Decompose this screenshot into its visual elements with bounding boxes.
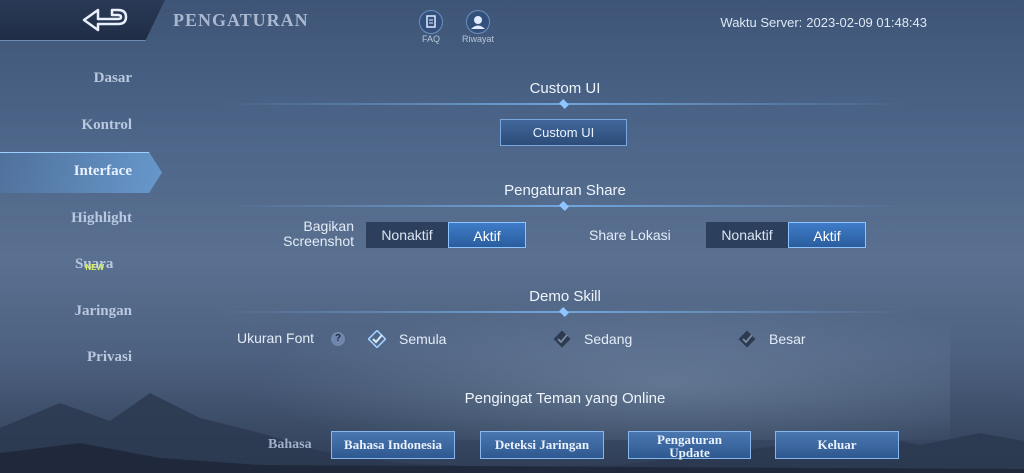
custom-ui-button[interactable]: Custom UI xyxy=(500,119,627,146)
section-divider xyxy=(220,205,910,207)
back-arrow-icon[interactable] xyxy=(78,4,134,36)
font-option-besar[interactable]: Besar xyxy=(738,327,828,351)
share-location-toggle: Nonaktif Aktif xyxy=(706,222,866,248)
sidebar-item-jaringan[interactable]: Jaringan xyxy=(0,288,170,335)
settings-sidebar: Dasar Kontrol Interface Highlight SuaraN… xyxy=(0,55,170,381)
faq-label: FAQ xyxy=(421,34,440,44)
section-divider xyxy=(220,103,910,105)
font-size-label: Ukuran Font xyxy=(237,330,315,346)
font-option-sedang[interactable]: Sedang xyxy=(553,327,643,351)
section-title-custom-ui: Custom UI xyxy=(529,80,601,97)
sidebar-item-interface[interactable]: Interface xyxy=(0,148,170,195)
sidebar-item-label: Interface xyxy=(73,163,132,179)
unchecked-diamond-icon xyxy=(738,330,756,348)
sidebar-item-label: Privasi xyxy=(87,349,132,365)
font-option-semula[interactable]: Semula xyxy=(368,327,458,351)
sidebar-item-dasar[interactable]: Dasar xyxy=(0,55,170,102)
sidebar-item-kontrol[interactable]: Kontrol xyxy=(0,102,170,149)
logout-button[interactable]: Keluar xyxy=(775,431,899,459)
sidebar-item-privasi[interactable]: Privasi xyxy=(0,334,170,381)
update-settings-button[interactable]: Pengaturan Update xyxy=(628,431,751,459)
sidebar-item-label: Kontrol xyxy=(81,116,132,133)
server-time-label: Waktu Server: xyxy=(720,15,803,30)
share-location-label: Share Lokasi xyxy=(589,227,671,243)
sidebar-item-label: Dasar xyxy=(93,70,132,86)
section-title-demo-skill: Demo Skill xyxy=(529,288,601,305)
help-icon[interactable]: ? xyxy=(331,332,345,346)
sidebar-item-label: Highlight xyxy=(71,209,132,226)
history-label: Riwayat xyxy=(461,34,494,44)
network-check-button[interactable]: Deteksi Jaringan xyxy=(480,431,604,459)
share-screenshot-on-option[interactable]: Aktif xyxy=(448,222,526,248)
page-title: PENGATURAN xyxy=(173,10,309,30)
language-label: Bahasa xyxy=(268,437,312,452)
share-location-off-option[interactable]: Nonaktif xyxy=(706,222,788,248)
sidebar-item-highlight[interactable]: Highlight xyxy=(0,195,170,242)
language-button[interactable]: Bahasa Indonesia xyxy=(331,431,455,459)
section-divider xyxy=(220,311,910,313)
font-option-label: Semula xyxy=(399,331,447,347)
faq-icon xyxy=(419,10,443,34)
sidebar-item-suara[interactable]: SuaraNEW xyxy=(0,241,170,288)
top-bar: PENGATURAN FAQ Riwayat Waktu Server: 2023… xyxy=(0,0,1024,44)
checked-diamond-icon xyxy=(368,330,386,348)
sidebar-item-label: Jaringan xyxy=(74,302,132,319)
font-option-label: Besar xyxy=(769,331,806,347)
share-screenshot-off-option[interactable]: Nonaktif xyxy=(366,222,448,248)
faq-button[interactable]: FAQ xyxy=(411,10,451,44)
share-location-on-option[interactable]: Aktif xyxy=(788,222,866,248)
server-time-value: 2023-02-09 01:48:43 xyxy=(806,15,927,30)
section-title-online-reminder: Pengingat Teman yang Online xyxy=(464,390,666,407)
font-option-label: Sedang xyxy=(584,331,633,347)
update-button-line2: Update xyxy=(669,445,710,460)
history-button[interactable]: Riwayat xyxy=(458,10,498,44)
share-screenshot-label: Bagikan Screenshot xyxy=(283,218,354,249)
section-title-share: Pengaturan Share xyxy=(504,182,626,199)
unchecked-diamond-icon xyxy=(553,330,571,348)
share-screenshot-toggle: Nonaktif Aktif xyxy=(366,222,526,248)
new-badge: NEW xyxy=(85,263,104,272)
server-time: Waktu Server: 2023-02-09 01:48:43 xyxy=(720,15,927,30)
history-icon xyxy=(466,10,490,34)
